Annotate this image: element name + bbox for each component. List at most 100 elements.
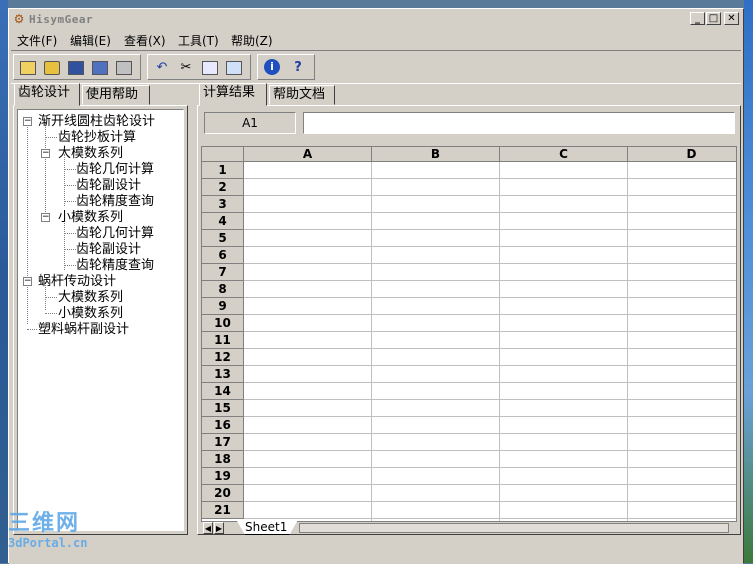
grid-line [244, 280, 736, 281]
tab-gear-design[interactable]: 齿轮设计 [14, 83, 80, 106]
row-header[interactable]: 21 [202, 502, 244, 519]
row-header[interactable]: 6 [202, 247, 244, 264]
row-header[interactable]: 16 [202, 417, 244, 434]
tree-item-plastic-worm-pair[interactable]: 塑料蜗杆副设计 [38, 322, 129, 338]
grid-line [244, 297, 736, 298]
row-header[interactable]: 5 [202, 230, 244, 247]
find-icon[interactable] [224, 58, 244, 78]
menu-help[interactable]: 帮助(Z) [231, 32, 273, 49]
grid-line [244, 348, 736, 349]
row-header[interactable]: 17 [202, 434, 244, 451]
row-header[interactable]: 11 [202, 332, 244, 349]
grid-line [371, 162, 372, 521]
tree-line [27, 122, 28, 324]
grid-line [244, 263, 736, 264]
row-header[interactable]: 19 [202, 468, 244, 485]
menu-view[interactable]: 查看(X) [124, 32, 166, 49]
cut-icon[interactable]: ✂ [176, 58, 196, 78]
toolbar: ↶ ✂ i ? [11, 50, 741, 84]
help-icon[interactable]: ? [288, 58, 308, 78]
row-header[interactable]: 10 [202, 315, 244, 332]
column-header[interactable]: B [372, 147, 500, 162]
menu-edit[interactable]: 编辑(E) [70, 32, 111, 49]
row-header[interactable]: 1 [202, 162, 244, 179]
row-header[interactable]: 14 [202, 383, 244, 400]
tree-item-gear-template-calc[interactable]: 齿轮抄板计算 [58, 130, 136, 146]
grid-line [499, 162, 500, 521]
tree-item-worm-drive[interactable]: 蜗杆传动设计 [38, 274, 116, 290]
grid-line [244, 518, 736, 519]
save-all-icon[interactable] [90, 58, 110, 78]
column-header[interactable]: C [500, 147, 628, 162]
select-all-corner[interactable] [202, 147, 244, 162]
grid-line [244, 314, 736, 315]
tree-item-small-module[interactable]: 小模数系列 [58, 210, 123, 226]
menu-file[interactable]: 文件(F) [17, 32, 57, 49]
tree-collapse-icon[interactable]: − [41, 149, 50, 158]
grid-line [244, 229, 736, 230]
column-header[interactable]: D [628, 147, 736, 162]
row-header[interactable]: 15 [202, 400, 244, 417]
sheet-prev-arrow-icon[interactable]: ◀ [203, 522, 213, 534]
undo-icon[interactable]: ↶ [152, 58, 172, 78]
tree-item-small-module[interactable]: 小模数系列 [58, 306, 123, 322]
formula-input[interactable] [303, 112, 735, 134]
menu-tools[interactable]: 工具(T) [178, 32, 219, 49]
tree-collapse-icon[interactable]: − [23, 277, 32, 286]
tab-help-docs[interactable]: 帮助文档 [269, 85, 335, 105]
grid-line [244, 246, 736, 247]
row-header[interactable]: 12 [202, 349, 244, 366]
tree-collapse-icon[interactable]: − [23, 117, 32, 126]
tree-item-large-module[interactable]: 大模数系列 [58, 146, 123, 162]
grid-line [244, 382, 736, 383]
row-header[interactable]: 2 [202, 179, 244, 196]
tree-collapse-icon[interactable]: − [41, 213, 50, 222]
row-header[interactable]: 3 [202, 196, 244, 213]
info-icon[interactable]: i [264, 59, 280, 75]
row-header[interactable]: 8 [202, 281, 244, 298]
watermark-logo: 三维网 3dPortal.cn [8, 512, 87, 551]
tab-usage-help[interactable]: 使用帮助 [82, 85, 150, 105]
cell-reference-box[interactable]: A1 [204, 112, 296, 134]
desktop-background-right [744, 0, 753, 563]
row-header[interactable]: 7 [202, 264, 244, 281]
open-folder-icon[interactable] [42, 58, 62, 78]
spreadsheet-grid[interactable]: A B C D 1 2 3 4 5 6 7 8 9 10 11 12 13 14 15 16 17 18 19 20 2… [201, 146, 737, 522]
close-button[interactable]: ✕ [724, 12, 739, 25]
horizontal-scrollbar[interactable] [299, 523, 729, 533]
row-header[interactable]: 18 [202, 451, 244, 468]
tree-item-gear-geometry[interactable]: 齿轮几何计算 [76, 226, 154, 242]
title-bar[interactable]: ⚙ HisymGear _ □ ✕ [9, 9, 743, 31]
new-file-icon[interactable] [18, 58, 38, 78]
grid-line [244, 178, 736, 179]
tree-line [64, 265, 76, 266]
sheet-next-arrow-icon[interactable]: ▶ [214, 522, 224, 534]
maximize-button[interactable]: □ [706, 12, 721, 25]
column-header[interactable]: A [244, 147, 372, 162]
row-header[interactable]: 4 [202, 213, 244, 230]
tree-item-gear-accuracy[interactable]: 齿轮精度查询 [76, 194, 154, 210]
minimize-button[interactable]: _ [690, 12, 705, 25]
print-icon[interactable] [114, 58, 134, 78]
copy-icon[interactable] [200, 58, 220, 78]
grid-line [244, 195, 736, 196]
grid-line [244, 484, 736, 485]
tree-item-gear-accuracy[interactable]: 齿轮精度查询 [76, 258, 154, 274]
tree-item-gear-geometry[interactable]: 齿轮几何计算 [76, 162, 154, 178]
tree-item-involute-spur-gear[interactable]: 渐开线圆柱齿轮设计 [38, 114, 155, 130]
app-gear-icon[interactable]: ⚙ [12, 12, 26, 26]
tab-calc-results[interactable]: 计算结果 [199, 83, 267, 106]
row-header[interactable]: 20 [202, 485, 244, 502]
row-header[interactable]: 13 [202, 366, 244, 383]
tree-item-gear-pair-design[interactable]: 齿轮副设计 [76, 242, 141, 258]
tree-item-gear-pair-design[interactable]: 齿轮副设计 [76, 178, 141, 194]
tree-item-large-module[interactable]: 大模数系列 [58, 290, 123, 306]
tree-line [27, 329, 37, 330]
left-panel: − − − − 渐开线圆柱齿轮设计 齿轮抄板计算 大模数系列 齿轮几何计算 齿轮… [13, 105, 188, 535]
tree-line [64, 185, 76, 186]
grid-line [244, 433, 736, 434]
grid-line [244, 450, 736, 451]
row-header[interactable]: 9 [202, 298, 244, 315]
sheet-tab[interactable]: Sheet1 [237, 521, 297, 535]
save-icon[interactable] [66, 58, 86, 78]
